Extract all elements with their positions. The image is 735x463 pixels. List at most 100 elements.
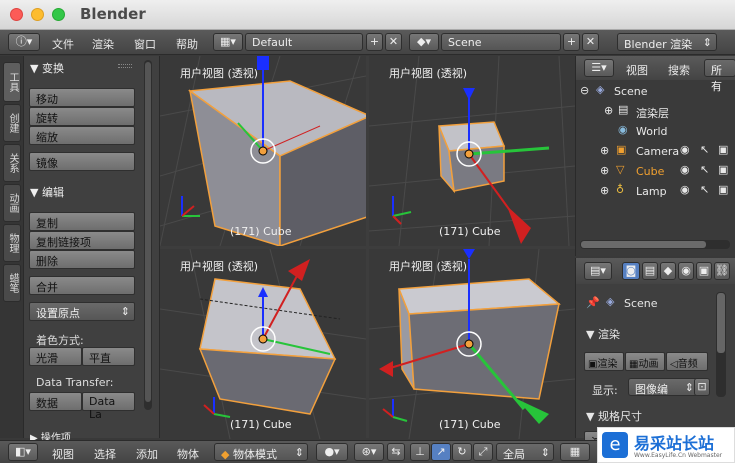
world-tab-icon[interactable]: ◉ <box>678 262 694 280</box>
properties-scrollbar[interactable] <box>716 292 726 397</box>
outliner-search-menu[interactable]: 搜索 <box>668 62 690 78</box>
flat-button[interactable]: 平直 <box>82 347 135 366</box>
orientation-select[interactable]: 全局 ⇕ <box>496 443 554 461</box>
dimensions-panel-header[interactable]: ▼ 规格尺寸 <box>586 408 642 424</box>
outliner-display-select[interactable]: 所有 <box>704 59 735 93</box>
constraints-tab-icon[interactable]: ⛓ <box>714 262 730 280</box>
viewport-bottom-left[interactable]: 用户视图 (透视) (171) Cube <box>160 249 366 439</box>
outliner-row-camera[interactable]: ⊕ ▣ Camera ◉ ↖ ▣ <box>576 142 735 162</box>
cursor-icon[interactable]: ↖ <box>700 163 709 176</box>
rotate-icon[interactable]: ↻ <box>452 443 472 461</box>
outliner-view-menu[interactable]: 视图 <box>626 62 648 78</box>
edit-panel-header[interactable]: ▼ 编辑 <box>30 184 64 200</box>
render-button[interactable]: ▣渲染 <box>584 352 624 371</box>
menu-help[interactable]: 帮助 <box>176 36 198 52</box>
render-camera-icon[interactable]: ▣ <box>718 143 728 156</box>
maximize-window-button[interactable] <box>52 8 65 21</box>
object-tab-icon[interactable]: ▣ <box>696 262 712 280</box>
menu-object[interactable]: 物体 <box>177 446 199 462</box>
render-panel-header[interactable]: ▼ 渲染 <box>586 326 620 342</box>
expand-icon[interactable]: ⊕ <box>604 104 613 117</box>
rotate-button[interactable]: 旋转 <box>29 107 135 126</box>
tab-animation[interactable]: 动画 <box>3 184 21 222</box>
delete-button[interactable]: 删除 <box>29 250 135 269</box>
menu-file[interactable]: 文件 <box>52 36 74 52</box>
join-button[interactable]: 合并 <box>29 276 135 295</box>
render-camera-icon[interactable]: ▣ <box>718 163 728 176</box>
mode-select[interactable]: ◆ 物体模式 ⇕ <box>214 443 308 461</box>
duplicate-button[interactable]: 复制 <box>29 212 135 231</box>
layout-field[interactable]: Default <box>245 33 363 51</box>
editor-type-info-icon[interactable]: ⓘ▾ <box>8 33 40 51</box>
manipulator-toggle-icon[interactable]: ⇆ <box>387 443 405 461</box>
outliner-scrollbar[interactable] <box>580 240 730 249</box>
translate-icon[interactable]: ↗ <box>431 443 451 461</box>
move-button[interactable]: 移动 <box>29 88 135 107</box>
expand-icon[interactable]: ⊕ <box>600 184 609 197</box>
render-camera-icon[interactable]: ▣ <box>718 183 728 196</box>
smooth-button[interactable]: 光滑 <box>29 347 82 366</box>
tab-tools[interactable]: 工具 <box>3 62 21 102</box>
tab-physics[interactable]: 物理 <box>3 224 21 262</box>
minimize-window-button[interactable] <box>31 8 44 21</box>
cursor-icon[interactable]: ↖ <box>700 143 709 156</box>
outliner-row-render-layers[interactable]: ⊕ ▤ 渲染层 <box>576 102 735 122</box>
menu-render[interactable]: 渲染 <box>92 36 114 52</box>
outliner-row-cube[interactable]: ⊕ ▽ Cube ◉ ↖ ▣ <box>576 162 735 182</box>
render-engine-select[interactable]: Blender 渲染 ⇕ <box>617 33 717 51</box>
tab-grease-pencil[interactable]: 蜡笔 <box>3 264 21 302</box>
toolshelf-scrollbar[interactable] <box>144 60 152 410</box>
transform-panel-header[interactable]: ▼ 变换 <box>30 60 64 76</box>
add-layout-icon[interactable]: + <box>366 33 383 51</box>
menu-select[interactable]: 选择 <box>94 446 116 462</box>
delete-layout-icon[interactable]: ✕ <box>385 33 402 51</box>
viewport-shading-icon[interactable]: ●▾ <box>316 443 348 461</box>
expand-icon[interactable]: ⊕ <box>600 144 609 157</box>
collapse-icon[interactable]: ⊖ <box>580 84 589 97</box>
viewport-top-left[interactable]: 用户视图 (透视) (171) Cube <box>160 56 366 246</box>
pivot-point-icon[interactable]: ⊛▾ <box>354 443 384 461</box>
scene-field[interactable]: Scene <box>441 33 561 51</box>
viewport-top-right[interactable]: 用户视图 (透视) (171) Cube <box>369 56 575 246</box>
display-select[interactable]: 图像编 ⇕ <box>628 378 698 396</box>
render-tab-icon[interactable]: ◙ <box>622 262 640 280</box>
drag-handle-icon[interactable] <box>118 64 132 68</box>
scene-tab-icon[interactable]: ◆ <box>660 262 676 280</box>
axis-icon[interactable]: ⊥ <box>410 443 430 461</box>
outliner-row-world[interactable]: ◉ World <box>576 122 735 142</box>
viewport-bottom-right[interactable]: 用户视图 (透视) (171) Cube <box>369 249 575 439</box>
layers-icon[interactable]: ▦ <box>560 443 590 461</box>
outliner-row-scene[interactable]: ⊖ ◈ Scene <box>576 82 735 102</box>
screen-layout-icon[interactable]: ▦▾ <box>213 33 243 51</box>
tab-relations[interactable]: 关系 <box>3 144 21 182</box>
view3d-editor-icon[interactable]: ◧▾ <box>8 443 38 461</box>
data-button[interactable]: 数据 <box>29 392 82 411</box>
menu-window[interactable]: 窗口 <box>134 36 156 52</box>
eye-icon[interactable]: ◉ <box>680 163 690 176</box>
tab-create[interactable]: 创建 <box>3 104 21 142</box>
menu-view[interactable]: 视图 <box>52 446 74 462</box>
properties-editor-icon[interactable]: ▤▾ <box>584 262 612 280</box>
delete-scene-icon[interactable]: ✕ <box>582 33 599 51</box>
menu-add[interactable]: 添加 <box>136 446 158 462</box>
scene-icon[interactable]: ◆▾ <box>409 33 439 51</box>
render-layers-tab-icon[interactable]: ▤ <box>642 262 658 280</box>
set-origin-select[interactable]: 设置原点 ⇕ <box>29 302 135 321</box>
data-layout-button[interactable]: Data La <box>82 392 135 421</box>
scale-icon[interactable]: ⤢ <box>473 443 493 461</box>
outliner-row-lamp[interactable]: ⊕ ♁ Lamp ◉ ↖ ▣ <box>576 182 735 202</box>
eye-icon[interactable]: ◉ <box>680 143 690 156</box>
eye-icon[interactable]: ◉ <box>680 183 690 196</box>
scale-button[interactable]: 缩放 <box>29 126 135 145</box>
close-window-button[interactable] <box>10 8 23 21</box>
lock-icon[interactable]: ⊡ <box>694 378 710 396</box>
add-scene-icon[interactable]: + <box>563 33 580 51</box>
duplicate-linked-button[interactable]: 复制链接项 <box>29 231 135 250</box>
expand-icon[interactable]: ⊕ <box>600 164 609 177</box>
cursor-icon[interactable]: ↖ <box>700 183 709 196</box>
animation-button[interactable]: ▦动画 <box>625 352 665 371</box>
mirror-button[interactable]: 镜像 <box>29 152 135 171</box>
pin-icon[interactable]: 📌 <box>586 296 600 309</box>
outliner-editor-icon[interactable]: ☰▾ <box>584 59 614 77</box>
audio-button[interactable]: ◁音频 <box>666 352 708 371</box>
